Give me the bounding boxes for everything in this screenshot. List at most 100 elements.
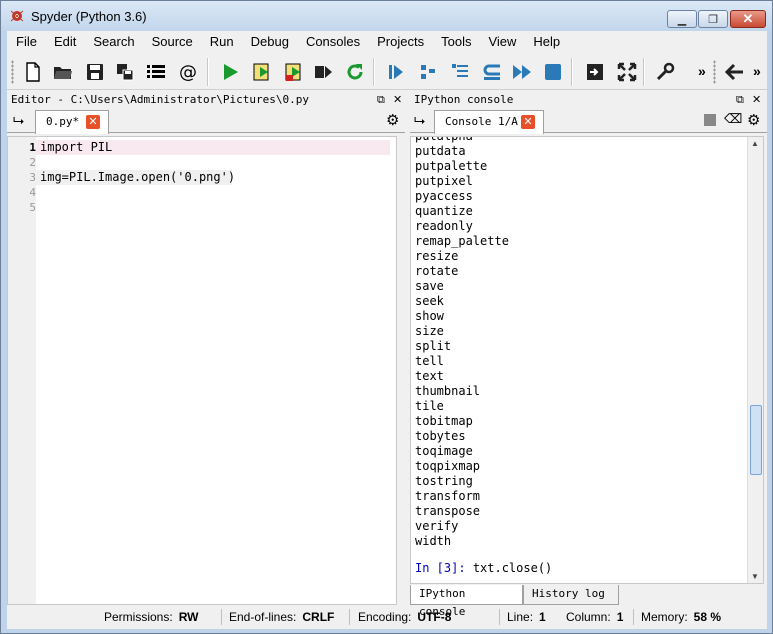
column-status: Column: 1 (566, 610, 624, 624)
input-command: txt.close() (472, 561, 553, 575)
new-file-icon[interactable] (20, 59, 46, 85)
interrupt-kernel-icon[interactable] (704, 114, 716, 126)
input-prompt: In [3]: (415, 561, 466, 575)
output-line: putpixel (415, 174, 473, 188)
toolbar-separator (571, 58, 573, 86)
open-folder-icon[interactable] (50, 59, 76, 85)
output-line: save (415, 279, 444, 293)
console-scrollbar[interactable]: ▲ ▼ (747, 137, 763, 583)
save-all-icon[interactable] (112, 59, 138, 85)
menu-view[interactable]: View (479, 31, 524, 53)
title-bar: Spyder (Python 3.6) ▁ ❐ ✕ (1, 1, 772, 31)
output-line: split (415, 339, 452, 353)
line-number: 2 (29, 156, 36, 169)
browse-tabs-icon[interactable]: ⮡ (13, 112, 24, 129)
output-line: tell (415, 354, 444, 368)
console-title-text: IPython console (414, 93, 514, 106)
ipython-console-output[interactable]: putalpha putdata putpalette putpixel pyacce… (410, 136, 764, 584)
line-number: 3 (29, 171, 36, 184)
maximize-pane-icon[interactable] (582, 59, 608, 85)
output-line: toqpixmap (415, 459, 481, 473)
output-line: readonly (415, 219, 473, 233)
tab-history-log[interactable]: History log (523, 585, 619, 605)
fullscreen-icon[interactable] (614, 59, 640, 85)
eraser-icon[interactable]: ⌫ (724, 111, 742, 127)
run-selection-icon[interactable] (310, 59, 336, 85)
status-separator (633, 609, 634, 625)
preferences-icon[interactable] (652, 59, 678, 85)
scroll-up-arrow[interactable]: ▲ (751, 139, 759, 148)
output-line: putalpha (415, 136, 473, 143)
close-tab-icon[interactable]: ✕ (86, 115, 100, 129)
close-pane-icon[interactable]: ✕ (393, 91, 402, 109)
eol-status: End-of-lines: CRLF (229, 610, 335, 624)
output-line: text (415, 369, 444, 383)
stop-icon[interactable] (540, 59, 566, 85)
output-line: transform (415, 489, 481, 503)
menu-run[interactable]: Run (201, 31, 242, 53)
maximize-button[interactable]: ❐ (698, 10, 728, 28)
editor-tab[interactable]: 0.py* ✕ (35, 110, 109, 134)
browse-tabs-icon[interactable]: ⮡ (414, 112, 425, 129)
status-separator (499, 609, 500, 625)
close-tab-icon[interactable]: ✕ (521, 115, 535, 129)
output-line: quantize (415, 204, 473, 218)
gear-icon[interactable]: ⚙ (747, 111, 760, 129)
console-tab[interactable]: Console 1/A ✕ (434, 110, 544, 134)
toolbar-grip[interactable] (713, 60, 716, 84)
back-arrow-icon[interactable] (722, 59, 748, 85)
run-cell-advance-icon[interactable] (281, 59, 307, 85)
output-line: putpalette (415, 159, 488, 173)
scroll-down-arrow[interactable]: ▼ (751, 572, 759, 581)
undock-icon[interactable]: ⧉ (736, 91, 744, 109)
at-icon[interactable]: @ (175, 59, 201, 85)
close-button[interactable]: ✕ (730, 10, 766, 28)
status-separator (221, 609, 222, 625)
code-editor[interactable]: 1 2 3 4 5 import PIL img=PIL.Image.open(… (7, 136, 397, 605)
output-line: width (415, 534, 452, 548)
menu-search[interactable]: Search (84, 31, 142, 53)
scrollbar-thumb[interactable] (750, 405, 762, 475)
output-line: tile (415, 399, 444, 413)
run-cell-icon[interactable] (249, 59, 275, 85)
toolbar-overflow-button[interactable]: » (698, 63, 706, 79)
menu-consoles[interactable]: Consoles (297, 31, 368, 53)
output-line: seek (415, 294, 444, 308)
toolbar-overflow-button-2[interactable]: » (753, 63, 761, 79)
debug-icon[interactable] (383, 59, 409, 85)
output-line: resize (415, 249, 459, 263)
output-line: tobitmap (415, 414, 473, 428)
status-separator (349, 609, 350, 625)
run-icon[interactable] (217, 59, 243, 85)
output-line: tostring (415, 474, 473, 488)
step-return-icon[interactable] (479, 59, 505, 85)
output-line: putdata (415, 144, 466, 158)
menu-edit[interactable]: Edit (45, 31, 84, 53)
toolbar-separator (373, 58, 375, 86)
encoding-status: Encoding: UTF-8 (358, 610, 452, 624)
step-into-icon[interactable] (447, 59, 473, 85)
minimize-button[interactable]: ▁ (667, 10, 697, 28)
toolbar-grip[interactable] (11, 60, 14, 84)
menu-tools[interactable]: Tools (432, 31, 479, 53)
menu-source[interactable]: Source (143, 31, 201, 53)
output-line: transpose (415, 504, 481, 518)
gear-icon[interactable]: ⚙ (386, 111, 399, 129)
list-icon[interactable] (143, 59, 169, 85)
output-line: thumbnail (415, 384, 481, 398)
rerun-icon[interactable] (342, 59, 368, 85)
menu-bar: File Edit Search Source Run Debug Consol… (7, 31, 767, 53)
undock-icon[interactable]: ⧉ (377, 91, 385, 109)
menu-help[interactable]: Help (524, 31, 568, 53)
step-icon[interactable] (415, 59, 441, 85)
menu-debug[interactable]: Debug (242, 31, 297, 53)
menu-file[interactable]: File (7, 31, 45, 53)
tab-ipython-console[interactable]: IPython console (410, 585, 523, 618)
save-icon[interactable] (82, 59, 108, 85)
toolbar-separator (643, 58, 645, 86)
menu-projects[interactable]: Projects (368, 31, 432, 53)
output-line: toqimage (415, 444, 473, 458)
continue-icon[interactable] (509, 59, 535, 85)
output-line: pyaccess (415, 189, 473, 203)
close-pane-icon[interactable]: ✕ (752, 91, 761, 109)
